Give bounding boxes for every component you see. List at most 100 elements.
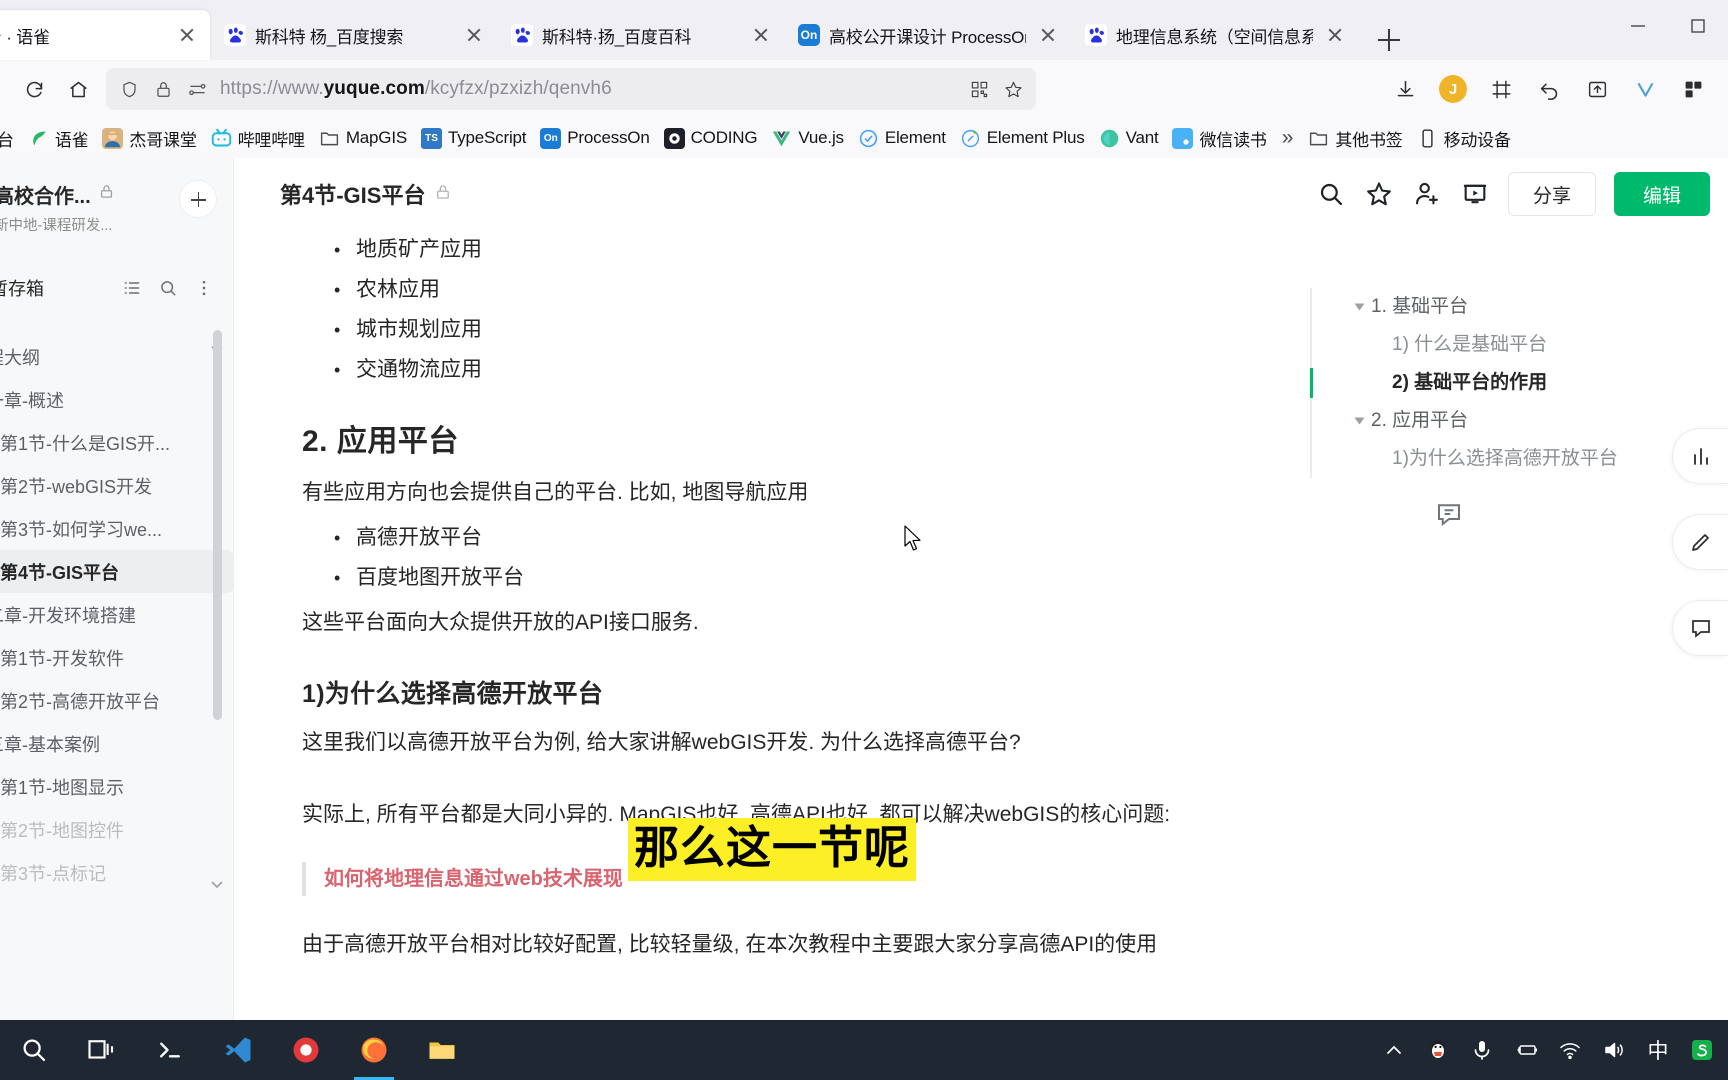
bookmark-label: MapGIS — [345, 128, 407, 147]
sidebar-item[interactable]: 第2节-webGIS开发 — [0, 464, 233, 507]
shield-icon[interactable] — [118, 78, 140, 100]
chart-icon[interactable] — [1672, 428, 1728, 484]
minimize-icon[interactable] — [1608, 0, 1668, 52]
star-icon[interactable] — [1002, 78, 1024, 100]
terminal-icon[interactable] — [136, 1020, 204, 1080]
toc-item[interactable]: 2. 应用平台 — [1330, 402, 1640, 440]
document-toolbar: 第4节-GIS平台 分享 编辑 — [234, 158, 1728, 230]
bookmarks-overflow-icon[interactable]: » — [1274, 126, 1302, 150]
close-icon[interactable] — [748, 22, 774, 48]
lock-icon[interactable] — [152, 78, 174, 100]
comment-icon[interactable] — [1434, 499, 1464, 529]
sidebar-item[interactable]: 三章-基本案例 — [0, 722, 233, 765]
browser-tab[interactable]: 地理信息系统（空间信息系统 — [1071, 10, 1358, 60]
toc-item[interactable]: 1)为什么选择高德开放平台 — [1330, 440, 1640, 478]
mobile-bookmarks-folder[interactable]: 移动设备 — [1410, 122, 1518, 155]
sidebar-item[interactable]: 第3节-如何学习we... — [0, 507, 233, 550]
book-title-row[interactable]: 高校合作... — [0, 180, 179, 209]
browser-tab[interactable]: On 高校公开课设计 ProcessOn — [784, 10, 1071, 60]
screenshot-icon[interactable] — [1478, 67, 1524, 111]
browser-tab[interactable]: 斯科特·扬_百度百科 — [497, 10, 784, 60]
sogou-icon[interactable] — [1680, 1020, 1724, 1080]
bookmark-item[interactable]: 哔哩哔哩 — [204, 122, 312, 155]
bookmark-item[interactable]: Element — [851, 124, 953, 153]
bookmark-item[interactable]: Element Plus — [953, 124, 1092, 153]
save-page-icon[interactable] — [1574, 67, 1620, 111]
vimium-icon[interactable] — [1622, 67, 1668, 111]
close-icon[interactable] — [1035, 22, 1061, 48]
firefox-icon[interactable] — [340, 1020, 408, 1080]
pen-icon[interactable] — [1672, 514, 1728, 570]
bookmark-item[interactable]: 台 — [0, 122, 21, 155]
browser-tab[interactable]: 斯科特 杨_百度搜索 — [210, 10, 497, 60]
search-icon[interactable] — [0, 1020, 68, 1080]
bookmark-item[interactable]: 语雀 — [21, 122, 96, 155]
qrcode-icon[interactable] — [968, 78, 990, 100]
download-icon[interactable] — [1382, 67, 1428, 111]
search-icon[interactable] — [157, 277, 179, 299]
bookmark-item[interactable]: Vue.js — [764, 124, 850, 153]
sidebar-item[interactable]: 程大纲 — [0, 335, 233, 378]
permissions-icon[interactable] — [186, 78, 208, 100]
undo-icon[interactable] — [1526, 67, 1572, 111]
bookmark-item[interactable]: 微信读书 — [1165, 122, 1273, 155]
wifi-icon[interactable] — [1548, 1020, 1592, 1080]
toc-item-active[interactable]: 2) 基础平台的作用 — [1310, 364, 1640, 402]
maximize-icon[interactable] — [1668, 0, 1728, 52]
search-icon[interactable] — [1316, 179, 1346, 209]
home-icon[interactable] — [56, 67, 100, 111]
other-bookmarks-folder[interactable]: 其他书签 — [1301, 122, 1409, 155]
sidebar-item[interactable]: 第1节-开发软件 — [0, 636, 233, 679]
bookmark-item[interactable]: TS TypeScript — [414, 124, 533, 153]
camera-icon[interactable] — [272, 1020, 340, 1080]
extensions-icon[interactable] — [1670, 67, 1716, 111]
chevron-down-icon[interactable] — [1354, 303, 1365, 311]
share-button[interactable]: 分享 — [1508, 172, 1596, 216]
reload-icon[interactable] — [12, 67, 56, 111]
bookmark-item[interactable]: 杰哥课堂 — [95, 122, 203, 155]
account-avatar[interactable]: J — [1430, 67, 1476, 111]
add-person-icon[interactable] — [1412, 179, 1442, 209]
volume-icon[interactable] — [1592, 1020, 1636, 1080]
sidebar-item[interactable]: 第3节-点标记 — [0, 851, 233, 894]
paragraph: 这里我们以高德开放平台为例, 给大家讲解webGIS开发. 为什么选择高德平台? — [302, 731, 1021, 754]
microphone-icon[interactable] — [1460, 1020, 1504, 1080]
ime-indicator[interactable]: 中 — [1636, 1035, 1680, 1065]
address-bar[interactable]: https://www.yuque.com/kcyfzx/pzxizh/qenv… — [106, 68, 1036, 110]
sidebar-item[interactable]: 一章-概述 — [0, 378, 233, 421]
browser-tab[interactable]: -GIS平台 · 语雀 — [0, 10, 210, 60]
drafts-row[interactable]: 暂存箱 — [0, 275, 233, 301]
sidebar-item-active[interactable]: 第4节-GIS平台 — [0, 550, 233, 593]
battery-icon[interactable] — [1504, 1020, 1548, 1080]
sidebar-item[interactable]: 第2节-地图控件 — [0, 808, 233, 851]
file-explorer-icon[interactable] — [408, 1020, 476, 1080]
comment-icon[interactable] — [1672, 600, 1728, 656]
sidebar-item[interactable]: 二章-开发环境搭建 — [0, 593, 233, 636]
bookmark-item[interactable]: MapGIS — [312, 124, 414, 153]
presentation-icon[interactable] — [1460, 179, 1490, 209]
task-view-icon[interactable] — [68, 1020, 136, 1080]
bookmark-item[interactable]: On ProcessOn — [533, 124, 656, 153]
star-icon[interactable] — [1364, 179, 1394, 209]
bookmark-item[interactable]: Vant — [1092, 124, 1166, 153]
qq-icon[interactable] — [1416, 1020, 1460, 1080]
add-document-button[interactable] — [179, 180, 217, 218]
scroll-down-icon[interactable] — [209, 876, 225, 890]
list-icon[interactable] — [121, 277, 143, 299]
chevron-down-icon[interactable] — [1354, 417, 1365, 425]
sidebar-scrollbar[interactable] — [213, 330, 222, 720]
chevron-up-icon[interactable] — [1372, 1020, 1416, 1080]
close-icon[interactable] — [174, 22, 200, 48]
close-icon[interactable] — [1322, 22, 1348, 48]
new-tab-button[interactable] — [1366, 20, 1412, 60]
edit-button[interactable]: 编辑 — [1614, 172, 1710, 216]
sidebar-item[interactable]: 第1节-地图显示 — [0, 765, 233, 808]
toc-item[interactable]: 1. 基础平台 — [1330, 288, 1640, 326]
vscode-icon[interactable] — [204, 1020, 272, 1080]
bookmark-item[interactable]: CODING — [657, 124, 765, 153]
more-icon[interactable] — [193, 277, 215, 299]
sidebar-item[interactable]: 第2节-高德开放平台 — [0, 679, 233, 722]
toc-item[interactable]: 1) 什么是基础平台 — [1330, 326, 1640, 364]
close-icon[interactable] — [461, 22, 487, 48]
sidebar-item[interactable]: 第1节-什么是GIS开... — [0, 421, 233, 464]
